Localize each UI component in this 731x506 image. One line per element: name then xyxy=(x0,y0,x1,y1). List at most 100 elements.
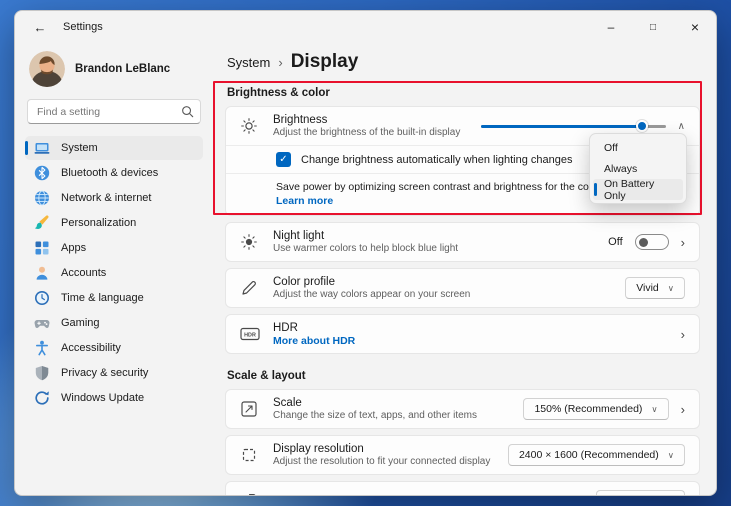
user-profile[interactable]: Brandon LeBlanc xyxy=(29,51,201,87)
titlebar[interactable]: ← Settings – □ × xyxy=(15,11,716,43)
color-profile-card: Color profile Adjust the way colors appe… xyxy=(225,268,700,308)
chevron-right-icon: › xyxy=(681,328,685,341)
sidebar-item-windows-update[interactable]: Windows Update xyxy=(25,386,203,410)
maximize-icon: □ xyxy=(650,22,656,33)
scale-title: Scale xyxy=(273,397,477,409)
hdr-title: HDR xyxy=(273,322,355,334)
color-profile-title: Color profile xyxy=(273,276,470,288)
avatar xyxy=(29,51,65,87)
night-light-toggle-label: Off xyxy=(608,236,622,248)
orientation-selected-value: Landscape xyxy=(607,495,658,496)
sidebar-item-personalization[interactable]: Personalization xyxy=(25,211,203,235)
sidebar-item-label: System xyxy=(61,142,98,154)
scale-card: Scale Change the size of text, apps, and… xyxy=(225,389,700,429)
night-light-title: Night light xyxy=(273,230,458,242)
night-light-icon xyxy=(240,233,260,251)
chevron-up-icon[interactable]: ∧ xyxy=(678,121,685,132)
color-profile-select[interactable]: Vivid ∨ xyxy=(625,277,685,299)
orientation-icon xyxy=(240,492,260,496)
minimize-button[interactable]: – xyxy=(590,11,632,43)
apps-grid-icon xyxy=(34,240,50,256)
search-input[interactable] xyxy=(27,99,201,124)
system-icon xyxy=(34,140,50,156)
sidebar-item-privacy-security[interactable]: Privacy & security xyxy=(25,361,203,385)
page-title: Display xyxy=(291,51,359,73)
svg-text:HDR: HDR xyxy=(244,333,256,339)
orientation-card: Display orientation Landscape ∨ xyxy=(225,481,700,496)
resolution-selected-value: 2400 × 1600 (Recommended) xyxy=(519,449,659,461)
sidebar-item-network-internet[interactable]: Network & internet xyxy=(25,186,203,210)
dropdown-option-off[interactable]: Off xyxy=(593,137,683,158)
search-icon xyxy=(181,105,194,118)
orientation-row: Display orientation Landscape ∨ xyxy=(226,482,699,496)
more-about-hdr-link[interactable]: More about HDR xyxy=(273,335,355,347)
clock-icon xyxy=(34,290,50,306)
main-content: System › Display Brightness & color Brig… xyxy=(211,43,716,496)
desktop-wallpaper: ← Settings – □ × xyxy=(0,0,731,506)
sidebar-item-label: Privacy & security xyxy=(61,367,148,379)
settings-window: ← Settings – □ × xyxy=(14,10,717,496)
update-arrows-icon xyxy=(34,390,50,406)
resolution-title: Display resolution xyxy=(273,443,490,455)
battery-dropdown-menu: Off Always On Battery Only xyxy=(589,133,687,204)
night-light-description: Use warmer colors to help block blue lig… xyxy=(273,243,458,254)
sidebar-item-label: Accounts xyxy=(61,267,106,279)
resolution-icon xyxy=(240,446,260,464)
sidebar-item-system[interactable]: System xyxy=(25,136,203,160)
scale-row[interactable]: Scale Change the size of text, apps, and… xyxy=(226,390,699,428)
breadcrumb-parent[interactable]: System xyxy=(227,52,270,73)
color-profile-row: Color profile Adjust the way colors appe… xyxy=(226,269,699,307)
sidebar-item-bluetooth-devices[interactable]: Bluetooth & devices xyxy=(25,161,203,185)
back-button[interactable]: ← xyxy=(29,16,51,38)
color-profile-description: Adjust the way colors appear on your scr… xyxy=(273,289,470,300)
scale-select[interactable]: 150% (Recommended) ∨ xyxy=(523,398,668,420)
learn-more-link[interactable]: Learn more xyxy=(276,195,333,207)
sidebar-item-accessibility[interactable]: Accessibility xyxy=(25,336,203,360)
night-light-toggle[interactable] xyxy=(635,234,669,250)
sidebar-item-gaming[interactable]: Gaming xyxy=(25,311,203,335)
night-light-row[interactable]: Night light Use warmer colors to help bl… xyxy=(226,223,699,261)
sidebar-item-accounts[interactable]: Accounts xyxy=(25,261,203,285)
window-controls: – □ × xyxy=(590,11,716,43)
shield-icon xyxy=(34,365,50,381)
sidebar-item-label: Windows Update xyxy=(61,392,144,404)
sidebar-item-apps[interactable]: Apps xyxy=(25,236,203,260)
dropdown-option-label: Always xyxy=(604,163,637,175)
scale-description: Change the size of text, apps, and other… xyxy=(273,410,477,421)
back-icon: ← xyxy=(34,20,47,35)
maximize-button[interactable]: □ xyxy=(632,11,674,43)
network-globe-icon xyxy=(34,190,50,206)
sidebar-item-time-language[interactable]: Time & language xyxy=(25,286,203,310)
chevron-down-icon: ∨ xyxy=(668,283,674,294)
dropdown-option-always[interactable]: Always xyxy=(593,158,683,179)
personalization-brush-icon xyxy=(34,215,50,231)
sidebar-item-label: Network & internet xyxy=(61,192,151,204)
breadcrumb: System › Display xyxy=(227,51,700,73)
resolution-select[interactable]: 2400 × 1600 (Recommended) ∨ xyxy=(508,444,685,466)
close-button[interactable]: × xyxy=(674,11,716,43)
chevron-down-icon: ∨ xyxy=(668,496,674,497)
sidebar-nav: System Bluetooth & devices Network & int… xyxy=(25,136,203,410)
bluetooth-icon xyxy=(34,165,50,181)
hdr-row[interactable]: HDR HDR More about HDR › xyxy=(226,315,699,353)
sidebar-item-label: Time & language xyxy=(61,292,144,304)
orientation-select[interactable]: Landscape ∨ xyxy=(596,490,685,496)
toggle-knob xyxy=(639,238,648,247)
scale-icon xyxy=(240,400,260,418)
auto-brightness-checkbox[interactable]: ✓ xyxy=(276,152,291,167)
chevron-right-icon: › xyxy=(278,52,282,73)
orientation-title: Display orientation xyxy=(273,495,368,496)
brightness-slider-thumb[interactable] xyxy=(636,120,648,132)
resolution-description: Adjust the resolution to fit your connec… xyxy=(273,456,490,467)
dropdown-option-on-battery-only[interactable]: On Battery Only xyxy=(593,179,683,200)
color-profile-pen-icon xyxy=(240,279,260,297)
brightness-title: Brightness xyxy=(273,114,460,126)
window-title: Settings xyxy=(63,21,103,33)
chevron-down-icon: ∨ xyxy=(651,404,657,415)
brightness-slider[interactable] xyxy=(481,119,666,133)
close-icon: × xyxy=(691,19,699,35)
night-light-card: Night light Use warmer colors to help bl… xyxy=(225,222,700,262)
accessibility-person-icon xyxy=(34,340,50,356)
brightness-slider-track[interactable] xyxy=(481,125,666,128)
brightness-slider-fill xyxy=(481,125,642,128)
